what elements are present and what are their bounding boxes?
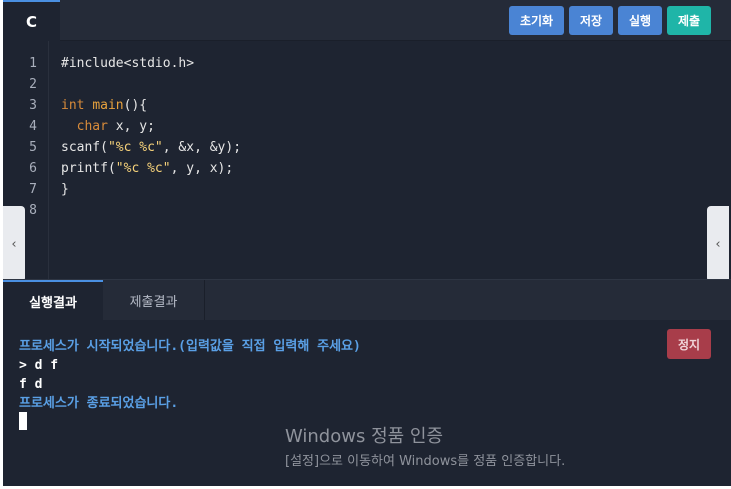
line-number: 2 [29,77,37,92]
activation-watermark-subtitle: [설정]으로 이동하여 Windows를 정품 인증합니다. [285,454,566,469]
result-tabs: 실행결과 제출결과 [0,279,731,321]
chevron-left-icon[interactable]: ‹ [3,206,25,282]
code-token: scanf( [61,140,108,155]
line-number: 5 [29,140,37,155]
console-line: f d [19,377,43,392]
line-number: 3 [29,98,37,113]
line-number: 4 [29,119,37,134]
code-line[interactable]: scanf("%c %c", &x, &y); [61,137,241,158]
line-number: 6 [29,161,37,176]
code-line[interactable]: } [61,179,69,200]
chevron-left-icon[interactable]: ‹ [707,206,729,282]
code-token: , &x, &y); [162,140,242,155]
tab-run-result[interactable]: 실행결과 [3,280,103,321]
line-number: 7 [29,182,37,197]
window-edge [0,0,3,489]
code-line[interactable]: char x, y; [61,116,155,137]
code-token: "%c %c" [107,140,163,155]
tab-submit-result[interactable]: 제출결과 [103,280,205,321]
code-token: } [61,182,69,197]
code-token: char [76,119,108,134]
console-line: 프로세스가 종료되었습니다. [19,396,179,411]
line-number: 1 [29,56,37,71]
stop-button[interactable]: 정지 [667,329,711,359]
code-token: printf( [61,161,116,176]
code-token: (){ [123,98,148,113]
save-button[interactable]: 저장 [569,6,613,35]
console-output[interactable]: 프로세스가 시작되었습니다.(입력값을 직접 입력해 주세요) > d f f … [0,320,731,489]
reset-button[interactable]: 초기화 [509,6,564,35]
submit-button[interactable]: 제출 [667,6,711,35]
terminal-cursor [19,412,27,430]
language-tab[interactable]: C [3,0,60,41]
code-token: int [61,98,85,113]
console-line: > d f [19,358,59,373]
run-button[interactable]: 실행 [618,6,662,35]
activation-watermark-title: Windows 정품 인증 [285,426,444,447]
code-token: x, y; [107,119,155,134]
code-line[interactable]: printf("%c %c", y, x); [61,158,233,179]
code-token: , y, x); [170,161,234,176]
code-token: #include<stdio.h> [61,56,195,71]
code-line[interactable]: int main(){ [61,95,147,116]
code-token: main [92,98,124,113]
code-editor[interactable]: 1 2 3 4 5 6 7 8 #include<stdio.h> int ma… [0,41,731,282]
console-line: 프로세스가 시작되었습니다.(입력값을 직접 입력해 주세요) [19,339,361,354]
editor-toolbar: C 초기화 저장 실행 제출 [0,0,731,41]
code-line[interactable]: #include<stdio.h> [61,53,194,74]
code-token: "%c %c" [115,161,171,176]
